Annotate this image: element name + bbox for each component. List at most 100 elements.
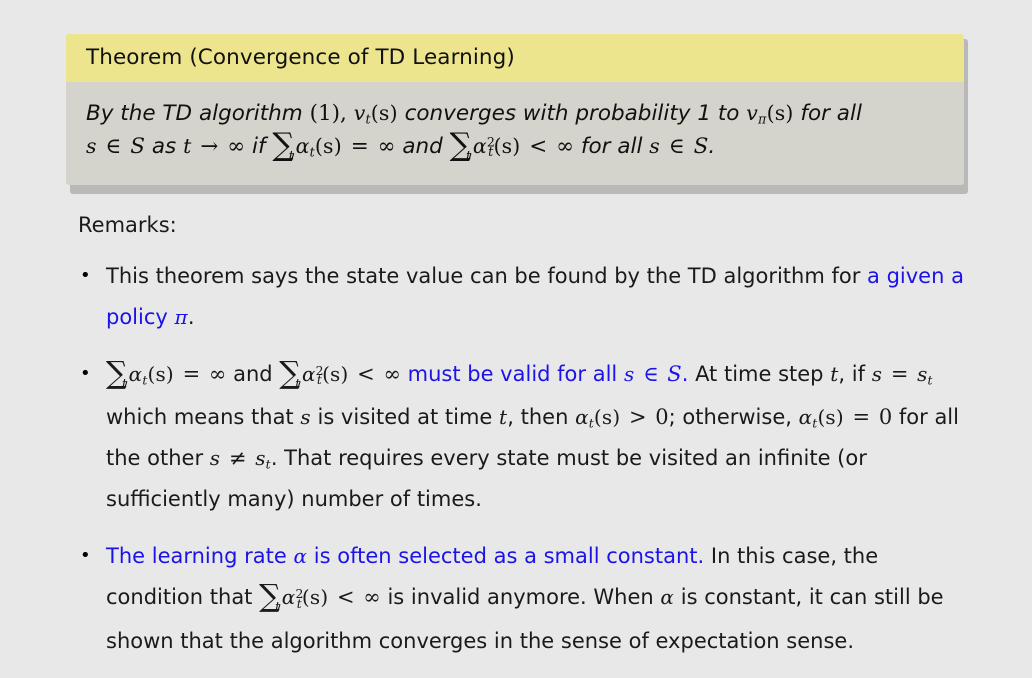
math-less-than: < (529, 133, 548, 159)
math-s-subscript: t (927, 373, 933, 388)
math-equals: = (350, 133, 369, 159)
remark-period-blue: . (681, 361, 689, 386)
math-alpha-arg: (s) (493, 133, 521, 158)
math-s: s (623, 361, 635, 386)
theorem-text-frag: converges with probability 1 to (404, 101, 740, 126)
math-v: vt(s) (353, 101, 398, 127)
remark-text-black: This theorem says the state value can be… (106, 264, 861, 288)
remark-item-3: • The learning rate α is often selected … (72, 536, 972, 661)
theorem-period: . (708, 133, 716, 159)
math-vpi-subscript: π (758, 111, 767, 127)
remark-text-blue: must be valid for all (407, 361, 618, 386)
math-summation: ∑ (106, 356, 128, 391)
math-alpha-squared: α2t(s) (472, 133, 521, 160)
remark-text-blue: is often selected as a small constant. (313, 544, 705, 569)
math-state-space: S (693, 133, 709, 159)
math-infinity: ∞ (363, 585, 381, 610)
math-zero: 0 (655, 405, 669, 430)
math-alpha: αt(s) (295, 133, 342, 160)
math-s-base: s (255, 446, 266, 471)
math-s: s (649, 133, 660, 158)
theorem-body-line-2: s ∈ S as t → ∞ if ∑tαt(s) = ∞ and ∑tα2t(… (86, 129, 942, 168)
math-s-t: st (255, 446, 271, 471)
math-state-space: S (130, 133, 146, 159)
math-alpha: αt(s) (575, 405, 621, 430)
math-equals: = (852, 405, 871, 430)
math-alpha-base: α (798, 405, 813, 430)
remark-text-black: At time step (695, 361, 824, 386)
math-alpha-base: α (281, 585, 296, 610)
math-s: s (871, 361, 883, 386)
remark-item-1: • This theorem says the state value can … (72, 256, 972, 338)
math-alpha: α (293, 544, 308, 569)
math-alpha-base: α (301, 361, 316, 386)
math-v-base: v (353, 101, 366, 125)
math-vpi-arg: (s) (766, 101, 794, 125)
math-element-of: ∈ (668, 133, 685, 159)
remark-text-black: and (233, 361, 273, 386)
math-infinity: ∞ (556, 133, 575, 159)
math-summation: ∑ (449, 126, 472, 163)
math-alpha-arg: (s) (301, 585, 329, 610)
math-element-of: ∈ (643, 361, 659, 386)
math-alpha-arg: (s) (817, 405, 844, 430)
math-alpha-arg: (s) (322, 361, 349, 386)
bullet-marker-icon: • (80, 265, 91, 286)
math-alpha: α (660, 585, 675, 610)
theorem-title: Theorem (Convergence of TD Learning) (66, 34, 964, 82)
math-state-space: S (667, 361, 682, 386)
math-alpha-squared: α2t(s) (301, 361, 349, 387)
remark-text-blue: The learning rate (106, 544, 287, 569)
math-v-arg: (s) (370, 101, 398, 125)
theorem-body: By the TD algorithm (1), vt(s) converges… (66, 82, 964, 186)
math-arrow: → (200, 133, 219, 159)
remark-text-black: is visited at time (317, 405, 493, 430)
theorem-text-frag: if (251, 133, 266, 159)
remark-text-black: . That requires every state must be visi… (106, 446, 867, 512)
math-less-than: < (336, 585, 355, 610)
math-alpha-arg: (s) (593, 405, 621, 430)
remark-text-black: , then (507, 405, 569, 430)
remark-period: . (187, 304, 195, 329)
math-s: s (300, 405, 311, 430)
theorem-text-frag: and (402, 133, 443, 159)
remark-item-2: • ∑tαt(s) = ∞ and ∑tα2t(s) < ∞ must be v… (72, 354, 972, 520)
math-s-t: st (917, 361, 933, 388)
remark-text-black: is invalid anymore. When (387, 585, 654, 610)
math-element-of: ∈ (105, 133, 122, 159)
math-alpha-arg: (s) (147, 361, 174, 386)
slide-canvas: Theorem (Convergence of TD Learning) By … (0, 0, 1032, 653)
theorem-text-frag: for all (800, 101, 862, 126)
math-summation: ∑ (279, 356, 302, 391)
math-equals: = (182, 361, 201, 386)
theorem-block-inner: Theorem (Convergence of TD Learning) By … (66, 34, 964, 186)
math-v-pi: vπ(s) (746, 101, 794, 127)
theorem-text-frag: as (151, 133, 177, 159)
math-alpha-squared: α2t(s) (281, 585, 329, 610)
remark-text-black: ; otherwise, (668, 405, 792, 430)
math-alpha: αt(s) (798, 405, 844, 430)
math-s: s (86, 133, 97, 158)
math-t: t (183, 133, 192, 158)
theorem-block: Theorem (Convergence of TD Learning) By … (66, 34, 968, 194)
theorem-body-line-1: By the TD algorithm (1), vt(s) converges… (86, 98, 942, 131)
math-s-base: s (917, 361, 928, 386)
theorem-text-frag: for all (580, 133, 643, 159)
math-infinity: ∞ (383, 361, 401, 386)
math-infinity: ∞ (227, 133, 246, 159)
math-s: s (209, 446, 221, 471)
math-equals: = (890, 361, 909, 386)
math-alpha-base: α (472, 133, 487, 158)
math-alpha-base: α (295, 133, 310, 158)
math-alpha-base: α (575, 405, 589, 430)
remarks-label: Remarks: (78, 213, 177, 237)
math-summation: ∑ (259, 579, 281, 615)
math-infinity: ∞ (377, 133, 396, 159)
math-vpi-base: v (746, 101, 759, 125)
math-greater-than: > (629, 405, 647, 430)
bullet-marker-icon: • (80, 362, 91, 384)
bullet-marker-icon: • (80, 545, 91, 567)
math-infinity: ∞ (208, 361, 227, 386)
remark-text-black: , if (838, 361, 865, 386)
math-not-equals: ≠ (228, 446, 247, 471)
